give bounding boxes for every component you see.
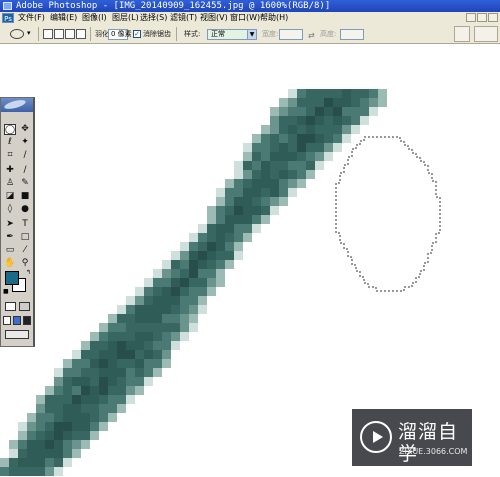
standard-screen-mode-icon[interactable] bbox=[3, 316, 11, 325]
zoom-tool-icon[interactable]: ⚲ bbox=[19, 258, 31, 269]
foreground-color-swatch[interactable] bbox=[5, 271, 19, 285]
brush-tool-icon[interactable]: ∕ bbox=[19, 165, 31, 176]
photoshop-app-icon bbox=[3, 2, 12, 10]
crop-tool-icon[interactable]: ⌗ bbox=[4, 150, 16, 161]
window-controls bbox=[466, 13, 498, 22]
new-selection-icon[interactable] bbox=[43, 29, 53, 39]
eyedropper-tool-icon[interactable]: ⁄ bbox=[19, 245, 31, 256]
pen-tool-icon[interactable]: ✒ bbox=[4, 232, 16, 243]
watermark-badge: 溜溜自学 ZIXUE.3066.COM bbox=[352, 409, 472, 466]
style-select[interactable]: 正常 ▼ bbox=[207, 29, 257, 40]
gradient-tool-icon[interactable]: ■ bbox=[19, 191, 31, 202]
healing-brush-tool-icon[interactable]: ✚ bbox=[4, 165, 16, 176]
dodge-tool-icon[interactable]: ● bbox=[19, 204, 31, 215]
path-selection-tool-icon[interactable]: ➤ bbox=[4, 219, 16, 230]
divider bbox=[176, 27, 177, 41]
blur-tool-icon[interactable]: ◊ bbox=[4, 204, 16, 215]
minimize-button[interactable] bbox=[466, 13, 476, 22]
photoshop-feather-icon bbox=[3, 98, 27, 111]
title-bar: Adobe Photoshop - [IMG_20140909_162455.j… bbox=[0, 0, 500, 12]
slice-tool-icon[interactable]: ∕ bbox=[19, 150, 31, 161]
file-browser-icon[interactable] bbox=[454, 26, 470, 42]
feather-input[interactable]: 0 像素 bbox=[108, 29, 132, 40]
lasso-tool-icon[interactable]: ℓ bbox=[4, 137, 16, 148]
menu-select[interactable]: 选择(S) bbox=[138, 12, 169, 24]
quick-mask-mode-icon[interactable] bbox=[19, 302, 30, 311]
toolbox-panel: ◯ ✥ ℓ ✦ ⌗ ∕ ✚ ∕ ♙ ✎ ◪ ■ ◊ ● ➤ T ✒ □ ▭ ⁄ … bbox=[0, 97, 35, 347]
swap-colors-icon[interactable]: ↰ bbox=[26, 269, 31, 276]
move-tool-icon[interactable]: ✥ bbox=[19, 124, 31, 135]
type-tool-icon[interactable]: T bbox=[19, 219, 31, 230]
jump-to-imageready-icon[interactable] bbox=[5, 330, 29, 339]
swap-dimensions-icon[interactable]: ⇄ bbox=[308, 30, 315, 42]
watermark-url: ZIXUE.3066.COM bbox=[399, 447, 468, 456]
divider bbox=[90, 27, 91, 41]
photoshop-logo-icon[interactable]: Ps bbox=[2, 13, 14, 23]
watermark-title: 溜溜自学 bbox=[398, 421, 459, 465]
clone-stamp-tool-icon[interactable]: ♙ bbox=[4, 178, 16, 189]
menu-image[interactable]: 图像(I) bbox=[80, 12, 109, 24]
subtract-selection-icon[interactable] bbox=[65, 29, 75, 39]
close-button[interactable] bbox=[488, 13, 498, 22]
chevron-down-icon[interactable]: ▾ bbox=[27, 27, 31, 39]
default-colors-icon[interactable]: ■ bbox=[3, 288, 9, 295]
add-selection-icon[interactable] bbox=[54, 29, 64, 39]
menu-file[interactable]: 文件(F) bbox=[16, 12, 47, 24]
full-screen-menu-mode-icon[interactable] bbox=[13, 316, 21, 325]
style-select-value: 正常 bbox=[211, 30, 225, 38]
menu-edit[interactable]: 编辑(E) bbox=[48, 12, 79, 24]
notes-tool-icon[interactable]: ▭ bbox=[4, 245, 16, 256]
tool-preset-ellipse-icon[interactable] bbox=[10, 29, 24, 39]
eraser-tool-icon[interactable]: ◪ bbox=[4, 191, 16, 202]
style-label: 样式: bbox=[184, 30, 201, 38]
marquee-tool-icon[interactable]: ◯ bbox=[4, 124, 16, 135]
width-label: 宽度: bbox=[262, 30, 279, 38]
palette-well-icon[interactable] bbox=[474, 26, 498, 42]
antialias-checkbox[interactable]: ✓ bbox=[133, 30, 141, 38]
full-screen-mode-icon[interactable] bbox=[23, 316, 31, 325]
width-input[interactable] bbox=[279, 29, 303, 40]
elliptical-selection-outline bbox=[335, 136, 441, 292]
magic-wand-tool-icon[interactable]: ✦ bbox=[19, 137, 31, 148]
height-label: 高度: bbox=[320, 30, 337, 38]
hand-tool-icon[interactable]: ✋ bbox=[4, 258, 16, 269]
menu-help[interactable]: 帮助(H) bbox=[258, 12, 290, 24]
standard-mode-icon[interactable] bbox=[5, 302, 16, 311]
play-logo-icon bbox=[360, 421, 392, 453]
antialias-label: 消除锯齿 bbox=[143, 30, 171, 38]
history-brush-tool-icon[interactable]: ✎ bbox=[19, 178, 31, 189]
restore-button[interactable] bbox=[477, 13, 487, 22]
menu-bar: Ps 文件(F) 编辑(E) 图像(I) 图层(L) 选择(S) 滤镜(T) 视… bbox=[0, 12, 500, 24]
intersect-selection-icon[interactable] bbox=[76, 29, 86, 39]
divider bbox=[38, 27, 39, 41]
height-input[interactable] bbox=[340, 29, 364, 40]
toolbox-header[interactable] bbox=[1, 98, 33, 112]
options-bar: ▾ 羽化: 0 像素 ✓ 消除锯齿 样式: 正常 ▼ 宽度: ⇄ 高度: bbox=[0, 24, 500, 44]
menu-filter[interactable]: 滤镜(T) bbox=[168, 12, 199, 24]
menu-layer[interactable]: 图层(L) bbox=[110, 12, 141, 24]
shape-tool-icon[interactable]: □ bbox=[19, 232, 31, 243]
window-title: Adobe Photoshop - [IMG_20140909_162455.j… bbox=[16, 1, 331, 11]
chevron-down-icon[interactable]: ▼ bbox=[247, 30, 256, 39]
menu-view[interactable]: 视图(V) bbox=[198, 12, 230, 24]
